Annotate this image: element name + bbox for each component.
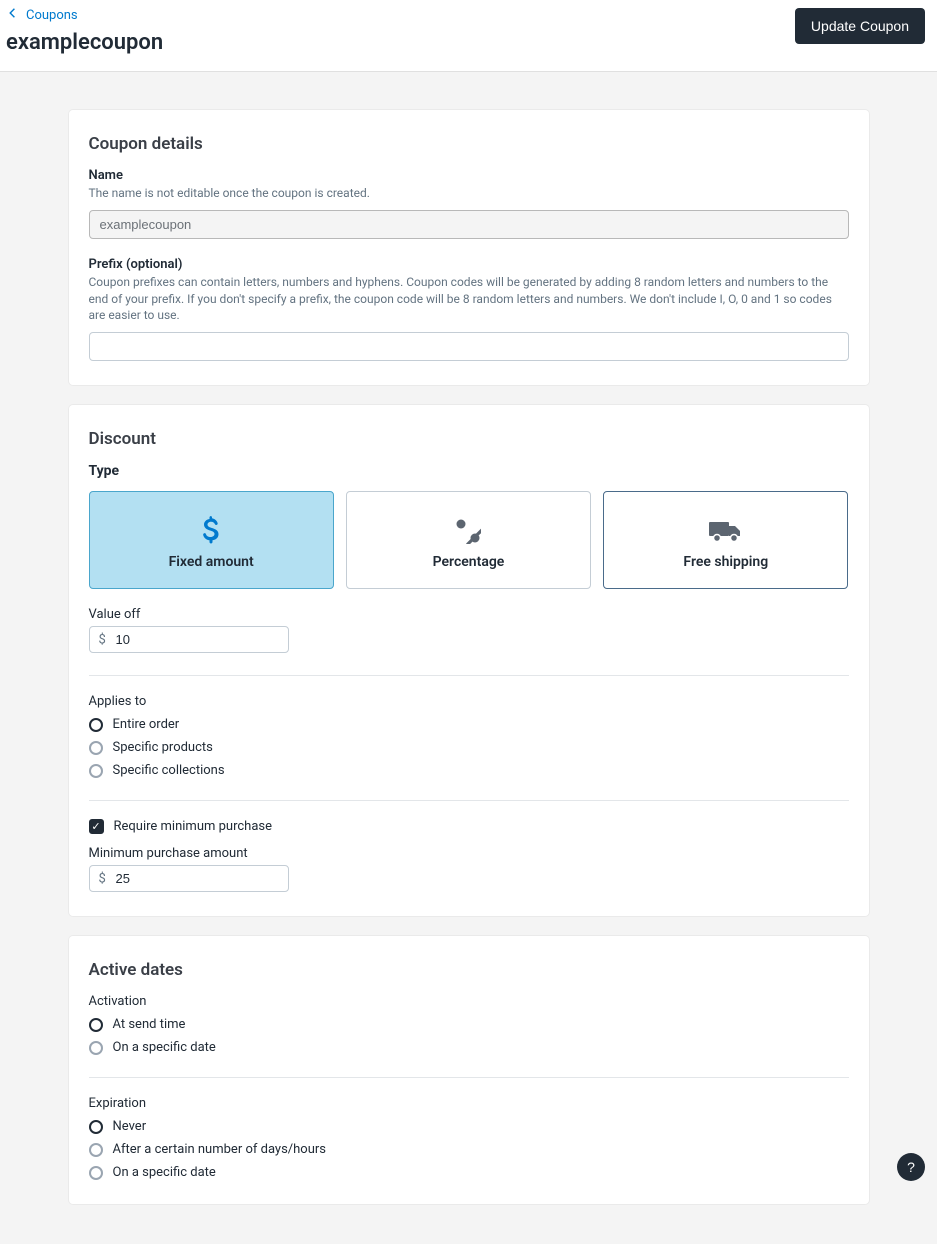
name-field-block: Name The name is not editable once the c… bbox=[89, 168, 849, 239]
coupon-details-card: Coupon details Name The name is not edit… bbox=[69, 110, 869, 385]
applies-specific-collections[interactable]: Specific collections bbox=[89, 763, 849, 778]
applies-entire-label: Entire order bbox=[113, 717, 180, 732]
type-subheading: Type bbox=[89, 463, 849, 479]
content-area: Coupon details Name The name is not edit… bbox=[0, 72, 937, 1244]
require-min-label: Require minimum purchase bbox=[114, 819, 273, 834]
activation-label: Activation bbox=[89, 994, 849, 1009]
card-title-details: Coupon details bbox=[89, 134, 849, 154]
min-amount-input-wrap: $ bbox=[89, 865, 289, 892]
require-min-purchase-checkbox[interactable]: Require minimum purchase bbox=[89, 819, 849, 834]
radio-icon bbox=[89, 1166, 103, 1180]
activation-specific-date[interactable]: On a specific date bbox=[89, 1040, 849, 1055]
page-title: examplecoupon bbox=[6, 30, 929, 55]
type-free-shipping[interactable]: Free shipping bbox=[603, 491, 848, 589]
applies-specific-products[interactable]: Specific products bbox=[89, 740, 849, 755]
activation-specific-label: On a specific date bbox=[113, 1040, 216, 1055]
radio-icon bbox=[89, 1041, 103, 1055]
page-header: Coupons examplecoupon Update Coupon bbox=[0, 0, 937, 72]
expiration-specific-label: On a specific date bbox=[113, 1165, 216, 1180]
discount-type-row: Fixed amount Percentage Free shipping bbox=[89, 491, 849, 589]
value-off-label: Value off bbox=[89, 607, 849, 622]
percent-icon bbox=[357, 514, 580, 548]
update-coupon-button[interactable]: Update Coupon bbox=[795, 8, 925, 44]
active-dates-card: Active dates Activation At send time On … bbox=[69, 936, 869, 1204]
activation-send-label: At send time bbox=[113, 1017, 186, 1032]
applies-entire-order[interactable]: Entire order bbox=[89, 717, 849, 732]
expiration-group: Never After a certain number of days/hou… bbox=[89, 1119, 849, 1180]
expiration-after-label: After a certain number of days/hours bbox=[113, 1142, 327, 1157]
card-title-discount: Discount bbox=[89, 429, 849, 449]
prefix-label: Prefix (optional) bbox=[89, 257, 849, 272]
help-button[interactable]: ? bbox=[897, 1153, 925, 1181]
radio-icon bbox=[89, 764, 103, 778]
type-shipping-label: Free shipping bbox=[614, 554, 837, 570]
min-amount-input[interactable] bbox=[89, 865, 289, 892]
prefix-help: Coupon prefixes can contain letters, num… bbox=[89, 274, 849, 324]
type-fixed-amount[interactable]: Fixed amount bbox=[89, 491, 334, 589]
type-fixed-label: Fixed amount bbox=[100, 554, 323, 570]
applies-products-label: Specific products bbox=[113, 740, 213, 755]
dollar-prefix-icon: $ bbox=[99, 871, 106, 886]
checkbox-icon bbox=[89, 819, 104, 834]
radio-icon bbox=[89, 1018, 103, 1032]
card-title-dates: Active dates bbox=[89, 960, 849, 980]
type-percentage-label: Percentage bbox=[357, 554, 580, 570]
name-label: Name bbox=[89, 168, 849, 183]
breadcrumb-label: Coupons bbox=[26, 8, 78, 23]
value-off-input-wrap: $ bbox=[89, 626, 289, 653]
min-amount-label: Minimum purchase amount bbox=[89, 846, 849, 861]
arrow-left-icon bbox=[6, 6, 20, 24]
dollar-icon bbox=[100, 514, 323, 548]
divider bbox=[89, 800, 849, 801]
applies-collections-label: Specific collections bbox=[113, 763, 225, 778]
divider bbox=[89, 675, 849, 676]
type-percentage[interactable]: Percentage bbox=[346, 491, 591, 589]
prefix-input[interactable] bbox=[89, 332, 849, 361]
prefix-field-block: Prefix (optional) Coupon prefixes can co… bbox=[89, 257, 849, 361]
activation-group: At send time On a specific date bbox=[89, 1017, 849, 1055]
discount-card: Discount Type Fixed amount Percentage Fr… bbox=[69, 405, 869, 916]
expiration-never[interactable]: Never bbox=[89, 1119, 849, 1134]
applies-to-label: Applies to bbox=[89, 694, 849, 709]
dollar-prefix-icon: $ bbox=[99, 632, 106, 647]
expiration-never-label: Never bbox=[113, 1119, 147, 1134]
name-help: The name is not editable once the coupon… bbox=[89, 185, 849, 202]
applies-to-group: Entire order Specific products Specific … bbox=[89, 717, 849, 778]
expiration-specific-date[interactable]: On a specific date bbox=[89, 1165, 849, 1180]
divider bbox=[89, 1077, 849, 1078]
expiration-label: Expiration bbox=[89, 1096, 849, 1111]
name-input bbox=[89, 210, 849, 239]
breadcrumb-coupons[interactable]: Coupons bbox=[6, 4, 78, 30]
expiration-after-days[interactable]: After a certain number of days/hours bbox=[89, 1142, 849, 1157]
radio-icon bbox=[89, 718, 103, 732]
value-off-input[interactable] bbox=[89, 626, 289, 653]
radio-icon bbox=[89, 741, 103, 755]
truck-icon bbox=[614, 514, 837, 548]
value-off-block: Value off $ bbox=[89, 607, 849, 653]
radio-icon bbox=[89, 1120, 103, 1134]
activation-send-time[interactable]: At send time bbox=[89, 1017, 849, 1032]
radio-icon bbox=[89, 1143, 103, 1157]
